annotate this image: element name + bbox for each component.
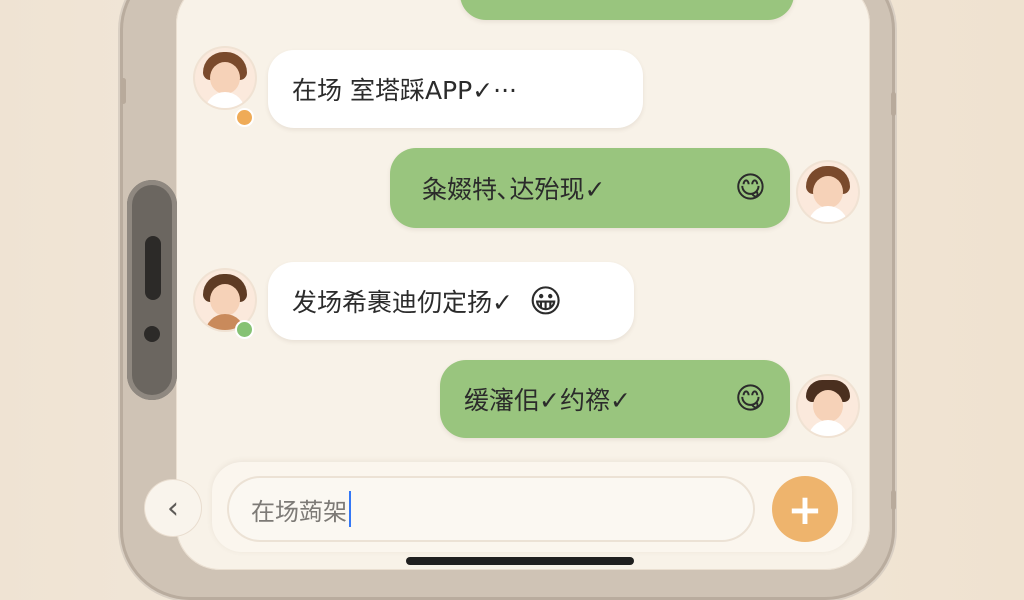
- message-text: 在场 室塔踩APP✓···: [292, 76, 517, 105]
- message-input[interactable]: 在场蒟架: [227, 476, 755, 542]
- message-bubble[interactable]: 发场希裹迪仞定扬✓ 😀: [268, 262, 634, 340]
- emoji-icon: 😋: [734, 381, 766, 417]
- emoji-icon: 😋: [734, 170, 766, 206]
- message-text: 粂娺特､达殆现✓: [422, 175, 606, 204]
- side-button: [121, 78, 126, 104]
- message-bubble[interactable]: 在场 室塔踩APP✓···: [268, 50, 643, 128]
- add-button[interactable]: +: [772, 476, 838, 542]
- side-button: [891, 490, 896, 510]
- side-button: [891, 92, 896, 116]
- plus-icon: +: [787, 484, 823, 534]
- message-text: 发场希裹迪仞定扬✓: [292, 288, 513, 317]
- sensor-slot: [145, 236, 161, 300]
- camera-dot: [144, 326, 160, 342]
- partial-message-bubble: [460, 0, 794, 20]
- status-indicator: [235, 108, 254, 127]
- status-indicator: [235, 320, 254, 339]
- text-caret: [349, 491, 351, 527]
- emoji-icon: 😀: [528, 282, 563, 320]
- back-button[interactable]: ‹: [145, 480, 201, 536]
- home-indicator[interactable]: [406, 557, 634, 565]
- message-bubble[interactable]: 缓瀋佀✓约䄞✓ 😋: [440, 360, 790, 438]
- message-bubble[interactable]: 粂娺特､达殆现✓ 😋: [390, 148, 790, 228]
- avatar[interactable]: [798, 376, 858, 436]
- avatar[interactable]: [195, 48, 255, 108]
- message-input-value: 在场蒟架: [251, 497, 347, 526]
- message-text: 缓瀋佀✓约䄞✓: [464, 386, 631, 415]
- avatar[interactable]: [798, 162, 858, 222]
- chevron-left-icon: ‹: [167, 490, 179, 526]
